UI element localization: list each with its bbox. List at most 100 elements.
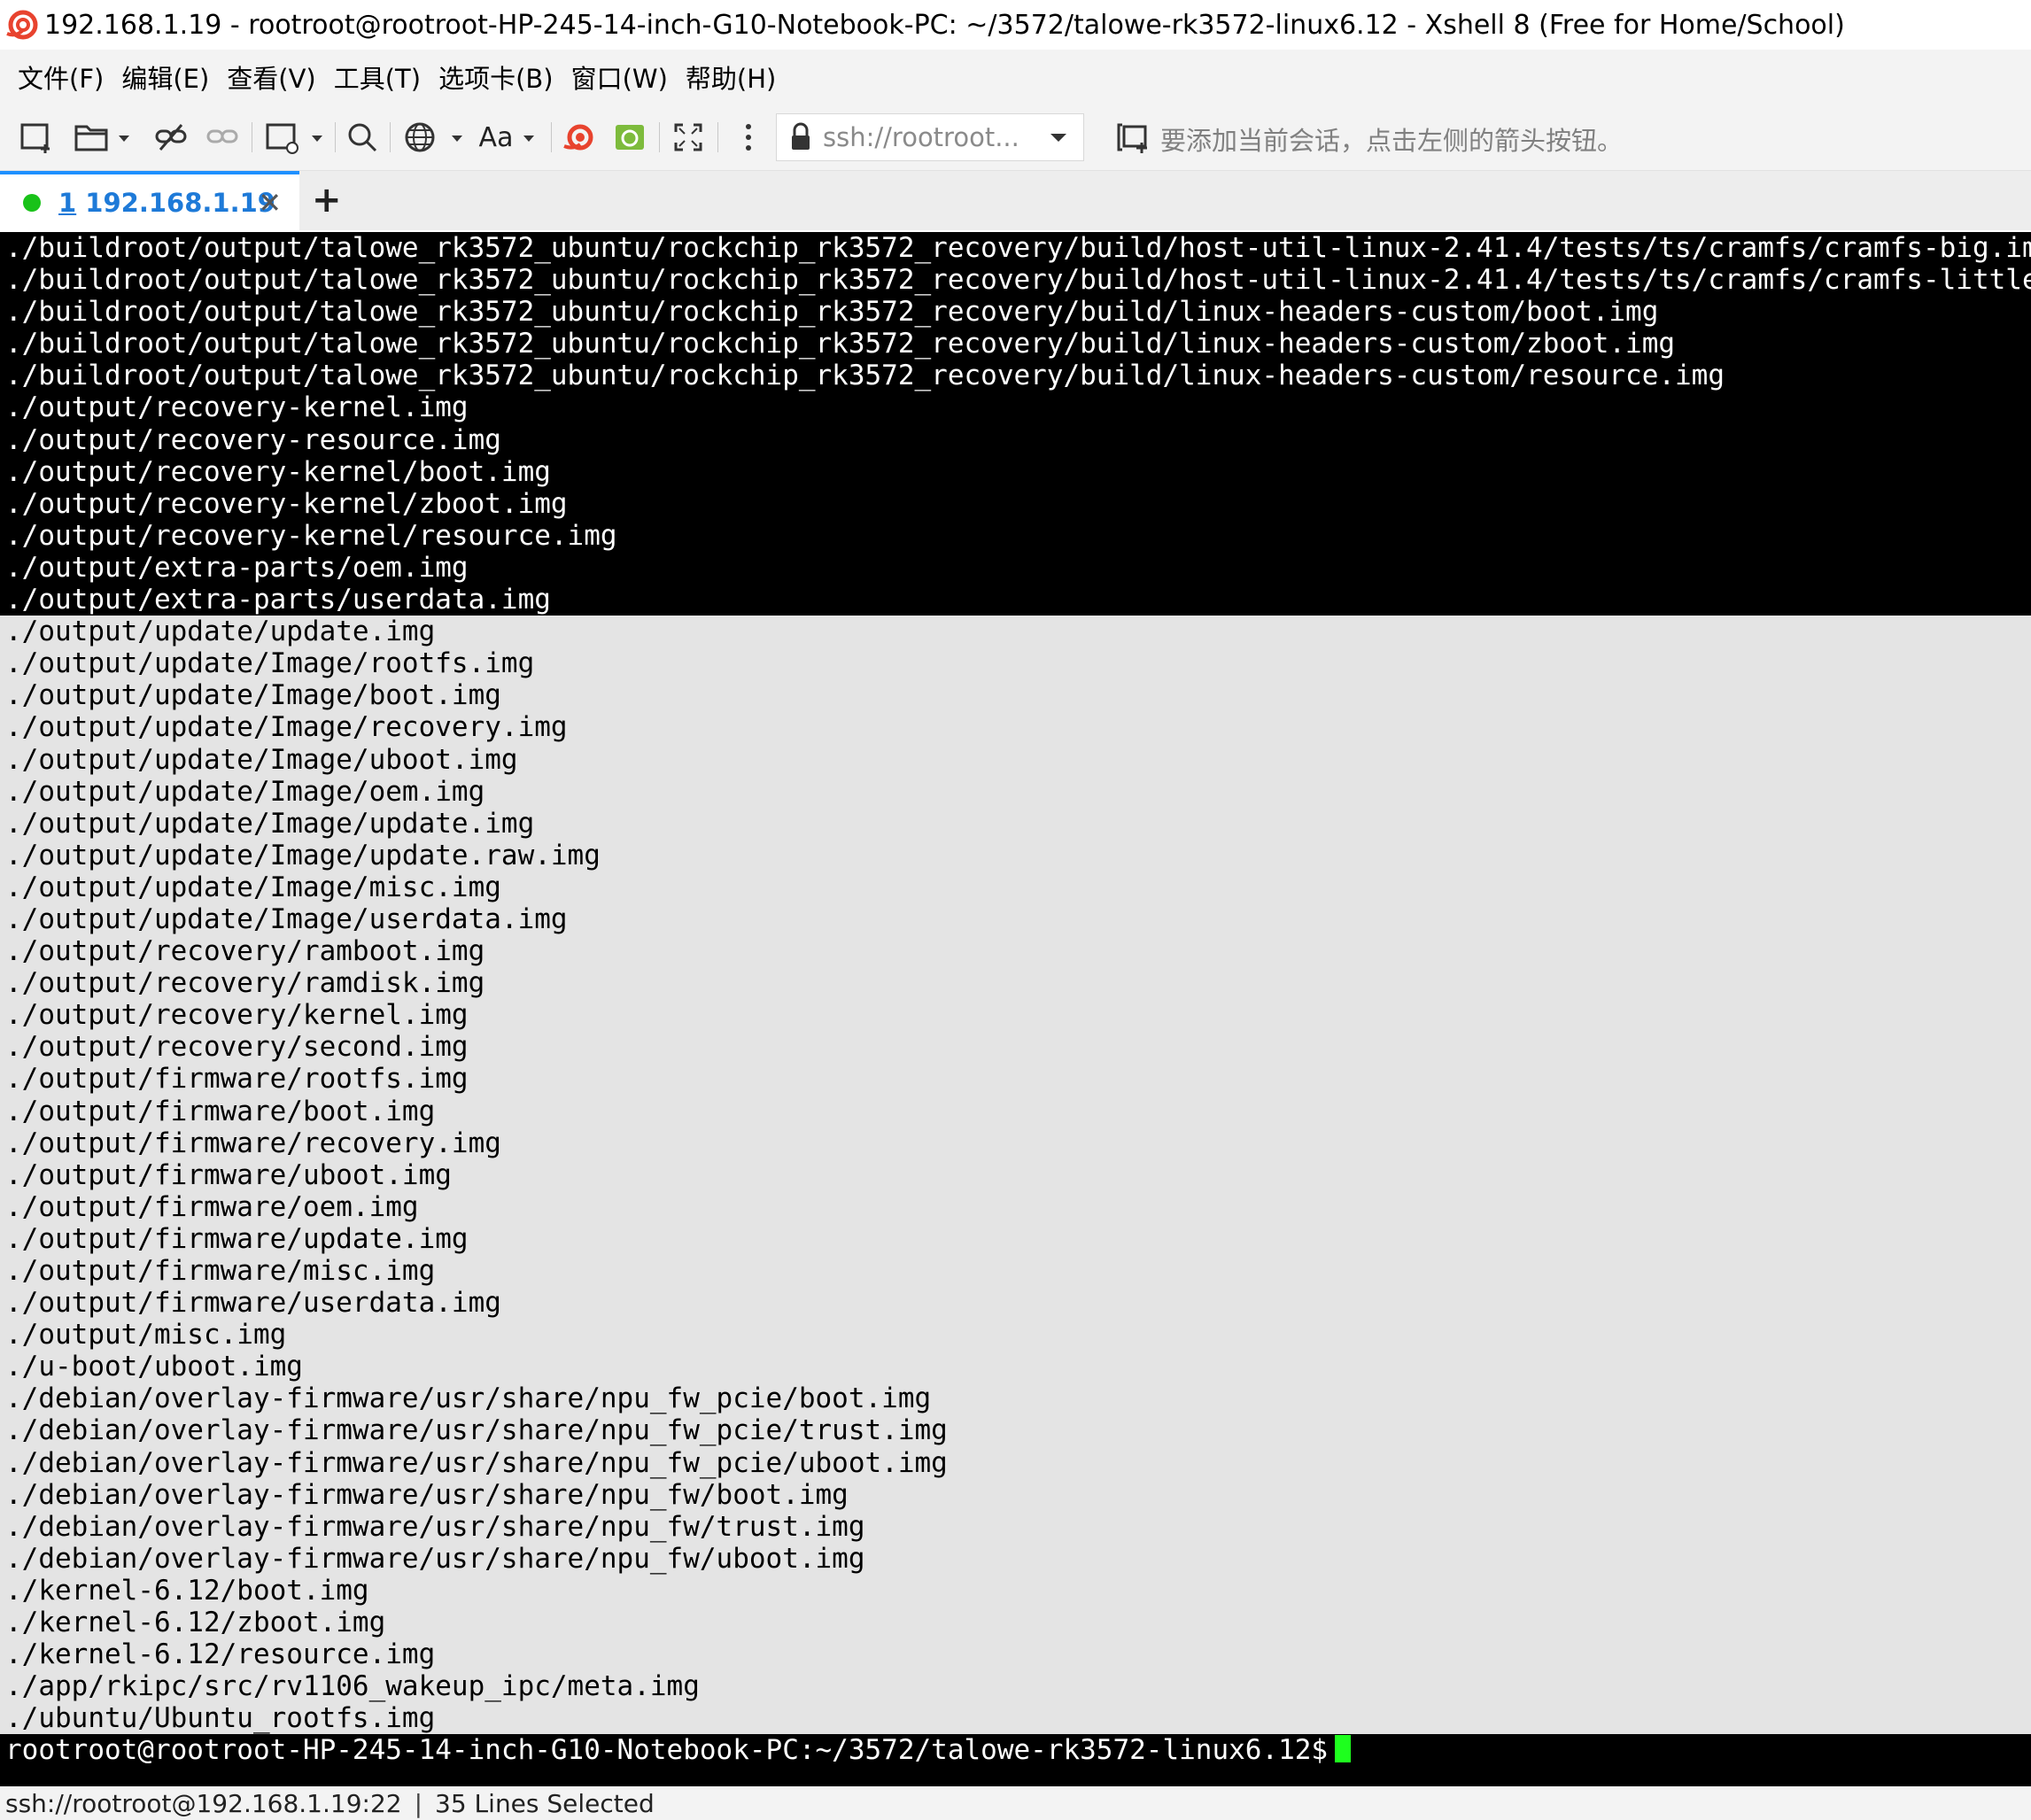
terminal-line-selected: ./debian/overlay-firmware/usr/share/npu_… [0, 1446, 2031, 1479]
tab-session[interactable]: 1 192.168.1.19 ✕ [0, 171, 299, 230]
tab-bar: 1 192.168.1.19 ✕ + [0, 171, 2031, 230]
disconnect-icon [155, 124, 187, 151]
more-button[interactable] [733, 117, 764, 158]
terminal-line: ./buildroot/output/talowe_rk3572_ubuntu/… [0, 296, 2031, 329]
terminal-line: ./buildroot/output/talowe_rk3572_ubuntu/… [0, 264, 2031, 297]
terminal-line: ./output/recovery-resource.img [0, 423, 2031, 456]
terminal[interactable]: ./buildroot/output/talowe_rk3572_ubuntu/… [0, 232, 2031, 1786]
menu-help[interactable]: 帮助(H) [686, 58, 776, 96]
terminal-line-selected: ./debian/overlay-firmware/usr/share/npu_… [0, 1542, 2031, 1575]
terminal-line-selected: ./output/misc.img [0, 1319, 2031, 1351]
chevron-down-icon [523, 136, 535, 142]
terminal-line-selected: ./debian/overlay-firmware/usr/share/npu_… [0, 1414, 2031, 1447]
new-window-icon [266, 123, 322, 154]
fullscreen-button[interactable] [668, 117, 709, 158]
tab-label: 1 192.168.1.19 [58, 188, 275, 218]
xshell-icon [563, 124, 593, 151]
status-connection: ssh://rootroot@192.168.1.19:22 [5, 1788, 402, 1818]
terminal-line-selected: ./output/firmware/userdata.img [0, 1287, 2031, 1320]
toolbar-separator [335, 122, 336, 152]
terminal-line-selected: ./output/firmware/rootfs.img [0, 1063, 2031, 1096]
reconnect-button[interactable] [202, 117, 243, 158]
globe-icon [405, 122, 462, 152]
add-session-hint: 要添加当前会话，点击左侧的箭头按钮。 [1160, 126, 1624, 156]
menu-tab[interactable]: 选项卡(B) [438, 58, 554, 96]
menu-edit[interactable]: 编辑(E) [121, 58, 209, 96]
address-text: ssh://rootroot... [823, 122, 1019, 152]
fullscreen-icon [674, 123, 702, 151]
menu-tools[interactable]: 工具(T) [334, 58, 421, 96]
search-icon [348, 123, 377, 152]
terminal-cursor [1335, 1735, 1352, 1763]
open-folder-icon [74, 125, 129, 151]
font-icon: Aa [478, 121, 514, 153]
terminal-line-selected: ./output/firmware/recovery.img [0, 1127, 2031, 1159]
menu-view[interactable]: 查看(V) [227, 58, 315, 96]
terminal-line-selected: ./app/rkipc/src/rv1106_wakeup_ipc/meta.i… [0, 1670, 2031, 1703]
status-separator: | [414, 1788, 423, 1818]
terminal-line-selected: ./output/update/Image/misc.img [0, 871, 2031, 903]
xftp-button[interactable] [609, 117, 650, 158]
terminal-line-selected: ./output/update/Image/boot.img [0, 679, 2031, 712]
address-bar[interactable]: ssh://rootroot... [776, 113, 1084, 161]
encoding-button[interactable] [400, 117, 468, 158]
menu-window[interactable]: 窗口(W) [571, 58, 668, 96]
tab-number: 1 [58, 187, 77, 218]
close-tab-icon[interactable]: ✕ [258, 186, 282, 220]
terminal-line-selected: ./kernel-6.12/resource.img [0, 1638, 2031, 1671]
terminal-line-selected: ./output/recovery/kernel.img [0, 999, 2031, 1032]
new-window-button[interactable] [262, 117, 328, 158]
find-button[interactable] [342, 117, 383, 158]
xshell-logo-icon [6, 10, 38, 40]
add-session-button[interactable] [1112, 117, 1153, 158]
terminal-line-selected: ./output/firmware/oem.img [0, 1190, 2031, 1223]
toolbar-separator [659, 122, 660, 152]
terminal-line-selected: ./kernel-6.12/boot.img [0, 1574, 2031, 1607]
toolbar-separator [390, 122, 391, 152]
terminal-line: ./output/extra-parts/userdata.img [0, 584, 2031, 616]
xftp-icon [616, 125, 644, 150]
terminal-line-selected: ./output/update/Image/rootfs.img [0, 647, 2031, 680]
terminal-line: ./output/extra-parts/oem.img [0, 551, 2031, 585]
terminal-line-selected: ./u-boot/uboot.img [0, 1351, 2031, 1383]
add-tab-button[interactable]: + [312, 180, 342, 221]
terminal-line-selected: ./output/update/Image/uboot.img [0, 743, 2031, 776]
terminal-line: ./output/recovery-kernel/resource.img [0, 519, 2031, 552]
title-bar: 192.168.1.19 - rootroot@rootroot-HP-245-… [0, 0, 2031, 50]
terminal-line: ./output/recovery-kernel/boot.img [0, 455, 2031, 488]
shell-prompt-line: rootroot@rootroot-HP-245-14-inch-G10-Not… [0, 1734, 2031, 1767]
menu-file[interactable]: 文件(F) [18, 58, 104, 96]
terminal-line: ./buildroot/output/talowe_rk3572_ubuntu/… [0, 328, 2031, 360]
terminal-line-selected: ./debian/overlay-firmware/usr/share/npu_… [0, 1478, 2031, 1511]
terminal-line-selected: ./debian/overlay-firmware/usr/share/npu_… [0, 1510, 2031, 1543]
font-button[interactable]: Aa [477, 117, 544, 158]
xshell-button[interactable] [558, 117, 599, 158]
terminal-line-selected: ./output/update/update.img [0, 616, 2031, 648]
chevron-down-icon[interactable] [1043, 121, 1074, 153]
toolbar: Aa ssh://rootroot... 要添加当前会话，点击左侧的箭头按钮。 [0, 105, 2031, 171]
tab-host: 192.168.1.19 [85, 187, 275, 218]
terminal-line-selected: ./output/update/Image/update.img [0, 807, 2031, 840]
terminal-line-selected: ./output/recovery/second.img [0, 1031, 2031, 1064]
status-bar: ssh://rootroot@192.168.1.19:22 | 35 Line… [0, 1786, 2031, 1820]
status-selection: 35 Lines Selected [435, 1788, 655, 1818]
terminal-line-selected: ./output/update/Image/update.raw.img [0, 839, 2031, 871]
terminal-line-selected: ./output/update/Image/oem.img [0, 775, 2031, 808]
menu-bar: 文件(F) 编辑(E) 查看(V) 工具(T) 选项卡(B) 窗口(W) 帮助(… [0, 50, 2031, 105]
terminal-line-selected: ./ubuntu/Ubuntu_rootfs.img [0, 1702, 2031, 1735]
new-session-icon [20, 123, 50, 153]
reconnect-icon [206, 129, 238, 143]
lock-icon [792, 122, 810, 150]
terminal-output: ./buildroot/output/talowe_rk3572_ubuntu/… [0, 232, 2031, 1735]
terminal-line: ./output/recovery-kernel.img [0, 391, 2031, 424]
new-session-button[interactable] [16, 117, 57, 158]
open-session-button[interactable] [71, 117, 133, 158]
terminal-line-selected: ./output/firmware/uboot.img [0, 1158, 2031, 1191]
terminal-line-selected: ./output/firmware/update.img [0, 1222, 2031, 1255]
window-title: 192.168.1.19 - rootroot@rootroot-HP-245-… [44, 9, 1845, 41]
terminal-line-selected: ./debian/overlay-firmware/usr/share/npu_… [0, 1382, 2031, 1415]
terminal-line-selected: ./output/recovery/ramdisk.img [0, 967, 2031, 1000]
disconnect-button[interactable] [151, 117, 191, 158]
terminal-line: ./output/recovery-kernel/zboot.img [0, 487, 2031, 520]
toolbar-separator [717, 122, 718, 152]
